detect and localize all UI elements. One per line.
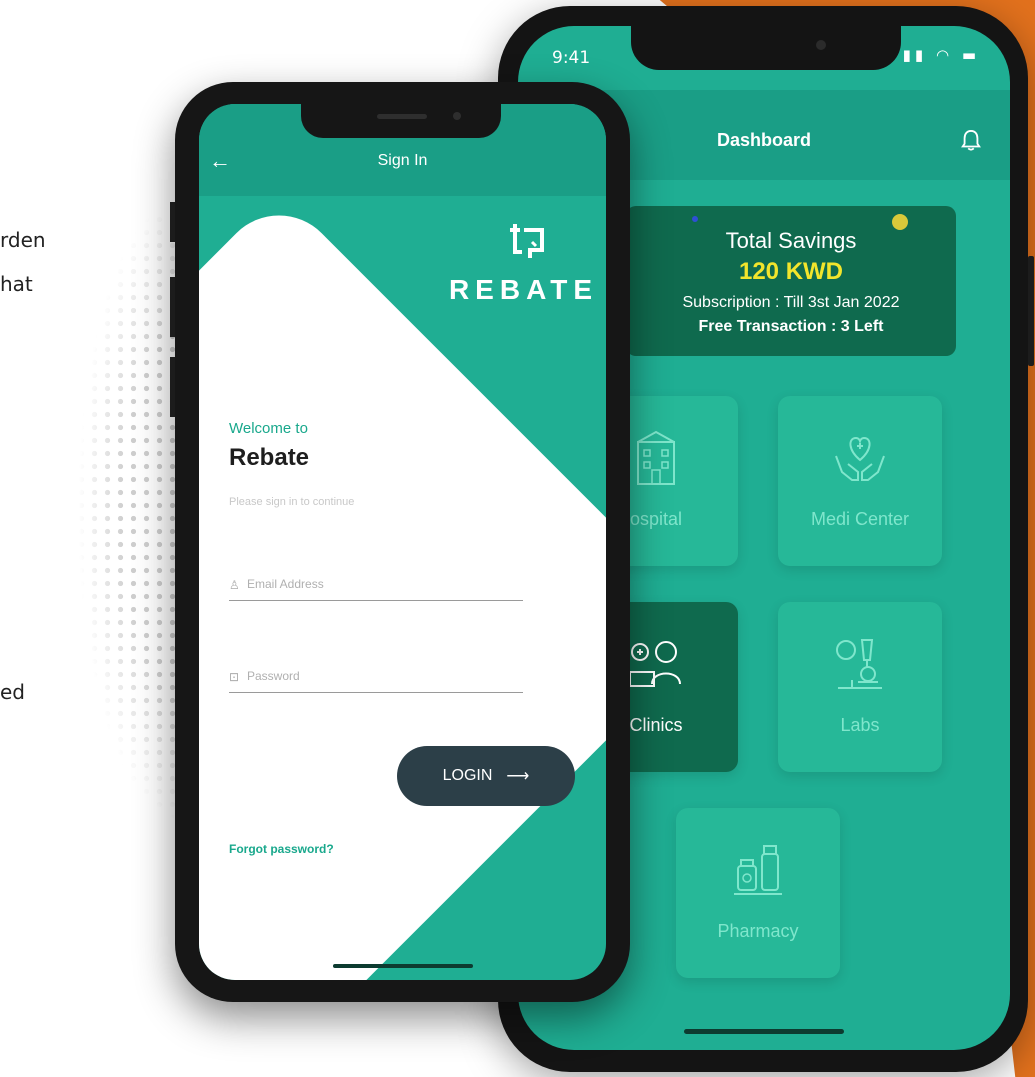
- camera-icon: [816, 40, 826, 50]
- brand-heading: Rebate: [229, 444, 310, 471]
- rebate-logo-icon: [510, 224, 544, 258]
- savings-title: Total Savings: [725, 228, 857, 253]
- savings-card[interactable]: Total Savings 120 KWD Subscription : Til…: [626, 206, 956, 356]
- tile-label: Labs: [840, 715, 880, 735]
- tile-label: Medi Center: [810, 509, 910, 529]
- subscription-text: Subscription : Till 3st Jan 2022: [682, 294, 900, 311]
- phone-side-button: [1028, 256, 1034, 366]
- background-text-fragment: ed: [0, 680, 25, 704]
- medical-hands-icon: [835, 436, 885, 481]
- wifi-icon: ◠: [935, 46, 954, 64]
- speaker-grille: [377, 114, 427, 119]
- doctor-icon: [629, 641, 681, 687]
- halftone-dots-decoration: [10, 200, 180, 820]
- medicine-bottles-icon: [734, 845, 782, 895]
- tile-medi-center[interactable]: Medi Center: [778, 396, 942, 566]
- lock-icon: ⊡: [229, 670, 240, 684]
- home-indicator[interactable]: [332, 964, 473, 968]
- forgot-password-link[interactable]: Forgot password?: [229, 842, 334, 856]
- tile-pharmacy[interactable]: Pharmacy: [676, 808, 840, 978]
- free-transaction-text: Free Transaction : 3 Left: [698, 318, 884, 335]
- background-text-fragment: rden: [0, 228, 46, 252]
- signin-hint: Please sign in to continue: [229, 496, 355, 508]
- phone-side-button: [170, 202, 175, 242]
- phone-side-button: [170, 277, 175, 337]
- tile-labs[interactable]: Labs: [778, 602, 942, 772]
- phone-notch: [631, 26, 901, 70]
- arrow-right-icon: ⟶: [506, 768, 530, 785]
- welcome-text: Welcome to: [229, 420, 308, 437]
- email-input[interactable]: [245, 576, 519, 592]
- microscope-icon: [836, 639, 882, 689]
- password-input[interactable]: [245, 668, 519, 684]
- phone-side-button: [170, 357, 175, 417]
- signin-phone: ← Sign In REBATE Welcome to Rebate Pleas…: [170, 82, 630, 1002]
- signin-screen: ← Sign In REBATE Welcome to Rebate Pleas…: [199, 104, 606, 980]
- signal-icon: ▮▮: [902, 46, 928, 64]
- login-label: LOGIN: [442, 767, 493, 784]
- background-text-fragment: hat: [0, 272, 33, 296]
- login-button[interactable]: LOGIN ⟶: [397, 746, 575, 806]
- password-field[interactable]: ⊡: [229, 666, 523, 693]
- battery-icon: ▬: [961, 46, 980, 64]
- email-field[interactable]: ♙: [229, 574, 523, 601]
- user-icon: ♙: [229, 578, 240, 592]
- bell-icon[interactable]: [960, 128, 982, 154]
- savings-amount: 120 KWD: [738, 258, 844, 285]
- status-dot-blue: [692, 216, 698, 222]
- tile-label: Pharmacy: [717, 921, 799, 941]
- camera-icon: [453, 112, 461, 120]
- phone-notch: [301, 104, 501, 138]
- hospital-icon: [637, 430, 675, 485]
- home-indicator[interactable]: [684, 1029, 844, 1034]
- page-title: Sign In: [377, 152, 428, 169]
- logo-text: REBATE: [448, 274, 598, 305]
- status-time: 9:41: [552, 48, 591, 68]
